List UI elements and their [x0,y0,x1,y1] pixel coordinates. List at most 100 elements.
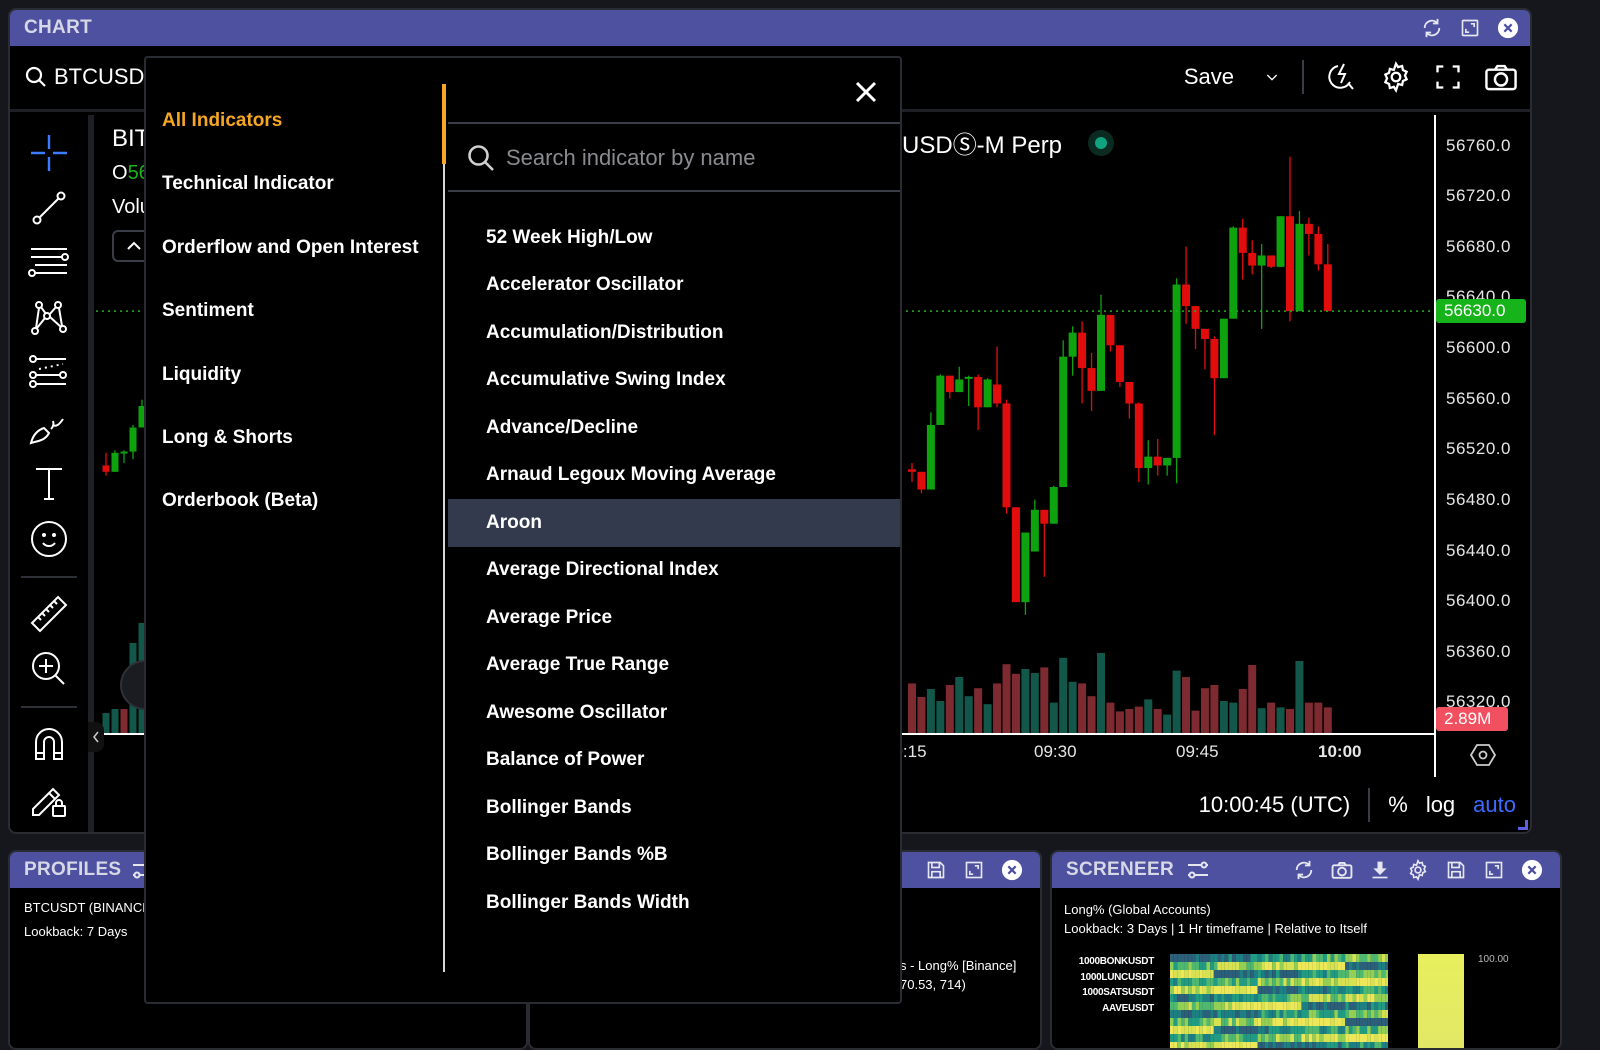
lock-drawing-icon[interactable] [26,777,72,821]
heatmap-cell [1191,1026,1196,1034]
heatmap-cell [1180,1042,1185,1048]
indicator-item[interactable]: Bollinger Bands [448,784,900,832]
download-icon[interactable] [1368,858,1392,882]
volume-bar [1200,688,1209,733]
category-technical-indicator[interactable]: Technical Indicator [162,173,334,195]
indicator-item[interactable]: Balance of Power [448,737,900,785]
symbol-search[interactable]: BTCUSDT [24,64,158,90]
emoji-icon[interactable] [26,517,72,561]
save-button[interactable]: Save [1184,64,1234,90]
heatmap-cell [1275,978,1280,986]
maximize-icon[interactable] [962,858,986,882]
category-all-indicators[interactable]: All Indicators [162,110,282,132]
heatmap-cell [1272,978,1276,986]
zoom-in-icon[interactable] [26,647,72,691]
close-circle-icon[interactable] [1496,16,1520,40]
collapse-toolbar-button[interactable] [88,722,104,752]
indicator-item[interactable]: Awesome Oscillator [448,689,900,737]
price-tick: 56520.0 [1446,439,1511,459]
magnet-icon[interactable] [26,722,72,766]
close-modal-button[interactable] [852,78,880,106]
category-orderbook-beta[interactable]: Orderbook (Beta) [162,490,318,512]
heatmap-cell [1257,962,1262,970]
indicator-item[interactable]: Accelerator Oscillator [448,262,900,310]
heatmap-cell [1348,962,1353,970]
indicator-item[interactable]: Bollinger Bands %B [448,832,900,880]
camera-icon[interactable] [1484,62,1518,92]
brush-icon[interactable] [26,406,72,450]
text-icon[interactable] [26,462,72,506]
settings-gear-icon[interactable] [1380,61,1412,93]
indicator-search-input[interactable] [506,145,886,171]
ruler-icon[interactable] [26,592,72,636]
heatmap-cell [1305,1018,1309,1026]
resize-handle[interactable] [1518,820,1528,830]
axis-settings-hex-icon[interactable] [1470,742,1496,768]
pattern-icon[interactable] [26,296,72,340]
indicator-item[interactable]: Aroon [448,499,900,547]
heatmap-cell [1221,1042,1225,1048]
chart-panel-header[interactable]: CHART [10,10,1530,46]
indicator-item[interactable]: Advance/Decline [448,404,900,452]
volume-bar [1078,683,1087,733]
heatmap-cell [1173,1010,1178,1018]
close-circle-icon[interactable] [1520,858,1544,882]
heatmap-cell [1191,986,1196,994]
category-liquidity[interactable]: Liquidity [162,364,241,386]
channel-icon[interactable] [26,351,72,395]
save-dropdown-chevron-icon[interactable] [1264,69,1280,85]
heatmap-cell [1279,1010,1284,1018]
close-circle-icon[interactable] [1000,858,1024,882]
heatmap-cell [1297,962,1302,970]
price-axis[interactable]: 56760.0 56720.0 56680.0 56640.0 56600.0 56560… [1434,115,1530,735]
indicators-modal: All Indicators Technical Indicator Orderfl… [144,56,902,1004]
heatmap-cell [1337,1042,1342,1048]
trend-line-icon[interactable] [26,186,72,230]
heatmap-cell [1272,1010,1276,1018]
maximize-icon[interactable] [1482,858,1506,882]
heatmap-cell [1323,1002,1327,1010]
filter-sliders-icon[interactable] [1186,859,1210,881]
indicator-item[interactable]: Average Directional Index [448,547,900,595]
volume-bar [1144,699,1153,733]
category-long-shorts[interactable]: Long & Shorts [162,427,293,449]
heatmap-cell [1367,1026,1371,1034]
category-orderflow-and-open-interest[interactable]: Orderflow and Open Interest [162,237,419,259]
candle-body [1191,306,1200,329]
heatmap-cell [1294,994,1298,1002]
fib-lines-icon[interactable] [26,241,72,285]
camera-icon[interactable] [1330,858,1354,882]
indicator-item[interactable]: 52 Week High/Low [448,214,900,262]
indicator-item[interactable]: Bollinger Bands Width [448,879,900,927]
heatmap-cell [1177,986,1181,994]
indicator-item[interactable]: Arnaud Legoux Moving Average [448,452,900,500]
percent-scale-toggle[interactable]: % [1388,792,1408,818]
category-sentiment[interactable]: Sentiment [162,300,254,322]
heatmap-cell [1224,1034,1229,1042]
refresh-icon[interactable] [1292,858,1316,882]
heatmap-cell [1370,1034,1375,1042]
indicator-item[interactable]: Average True Range [448,642,900,690]
indicator-item[interactable]: Average Price [448,594,900,642]
settings-gear-icon[interactable] [1406,858,1430,882]
fullscreen-icon[interactable] [1434,63,1462,91]
screener-header[interactable]: SCRENEER [1052,852,1560,888]
crosshair-icon[interactable] [26,131,72,175]
heatmap-cell [1199,1042,1203,1048]
heatmap-cell [1275,1034,1280,1042]
save-disk-icon[interactable] [924,858,948,882]
indicator-item[interactable]: Accumulative Swing Index [448,357,900,405]
auto-scale-toggle[interactable]: auto [1473,792,1516,818]
heatmap-cell [1378,1002,1382,1010]
maximize-icon[interactable] [1458,16,1482,40]
heatmap-cell [1323,1026,1327,1034]
indicators-lightning-icon[interactable] [1326,61,1358,93]
indicator-item[interactable]: Accumulation/Distribution [448,309,900,357]
heatmap-cell [1199,1002,1203,1010]
heatmap-cell [1337,970,1342,978]
save-disk-icon[interactable] [1444,858,1468,882]
tools-divider [21,575,77,578]
log-scale-toggle[interactable]: log [1426,792,1455,818]
refresh-icon[interactable] [1420,16,1444,40]
heatmap-cell [1385,1042,1388,1048]
